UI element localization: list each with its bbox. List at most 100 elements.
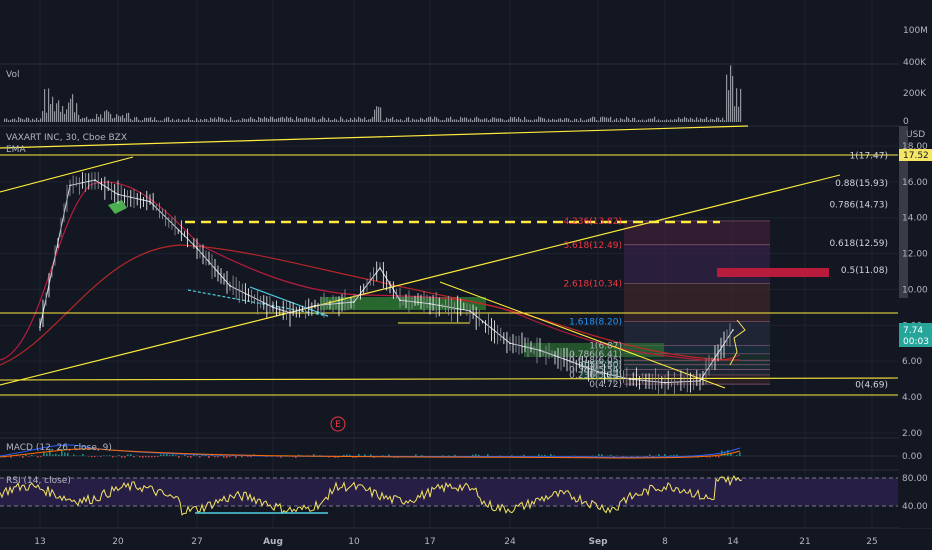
volume-bar [582, 120, 584, 122]
macd-histogram-bar [553, 455, 555, 456]
time-tick-label: 27 [191, 537, 202, 547]
volume-bar [38, 120, 40, 122]
macd-histogram-bar [718, 456, 720, 458]
volume-bar [346, 119, 348, 122]
volume-bar [248, 118, 250, 122]
volume-bar [586, 119, 588, 122]
volume-bar [432, 119, 434, 122]
volume-bar [238, 119, 240, 122]
volume-bar [688, 119, 690, 122]
volume-bar [22, 119, 24, 122]
volume-bar [160, 120, 162, 122]
volume-bar [246, 119, 248, 122]
volume-bar [322, 116, 324, 122]
trading-chart[interactable]: 4.236(13.82) 3.618(12.49) 2.618(10.34) 1.61… [0, 0, 932, 550]
price-point [94, 179, 96, 181]
volume-bar [442, 119, 444, 122]
macd-histogram-bar [421, 455, 423, 456]
macd-histogram-bar [364, 454, 366, 456]
price-tick-label: 4.00 [902, 393, 922, 403]
macd-pane-title[interactable]: MACD (12, 26, close, 9) [6, 443, 112, 453]
macd-histogram-bar [346, 454, 348, 456]
volume-bar [134, 117, 136, 122]
volume-bar [32, 118, 34, 122]
volume-bar [552, 118, 554, 122]
volume-bar [458, 120, 460, 122]
volume-bar [130, 118, 132, 122]
volume-bar [158, 120, 160, 122]
volume-bar [318, 119, 320, 122]
volume-bar [146, 117, 148, 122]
ema-indicator-label[interactable]: EMA [6, 145, 26, 155]
volume-bar [738, 106, 740, 122]
earnings-marker[interactable]: E [330, 416, 346, 432]
volume-bar [640, 120, 642, 122]
macd-histogram-bar [649, 454, 651, 456]
volume-bar [678, 117, 680, 122]
volume-bar [494, 117, 496, 122]
macd-histogram-bar [247, 456, 249, 457]
macd-histogram-bar [472, 454, 474, 456]
price-point [69, 184, 71, 187]
countdown-label: 00:03 [903, 337, 929, 347]
fib-retracement-label: 1(17.47) [849, 152, 888, 162]
volume-bar [348, 120, 350, 122]
volume-bar [652, 118, 654, 122]
volume-bar [704, 118, 706, 122]
volume-bar [360, 118, 362, 122]
time-axis[interactable]: 13 20 27 Aug 10 17 24 Sep 8 14 21 25 [34, 537, 877, 547]
volume-bar [654, 116, 656, 122]
macd-pane [0, 444, 898, 459]
fib-retracement-label: 0.5(11.08) [841, 266, 888, 276]
volume-bar [282, 116, 284, 122]
volume-bar [118, 115, 120, 122]
volume-bar [316, 120, 318, 122]
volume-bar [138, 119, 140, 122]
price-point [39, 326, 41, 328]
macd-histogram-bar [148, 456, 150, 458]
macd-histogram-bar [22, 456, 24, 458]
volume-bar [296, 116, 298, 122]
macd-histogram-bar [31, 454, 33, 456]
macd-histogram-bar [157, 456, 159, 457]
price-point [229, 285, 231, 287]
volume-bar [712, 119, 714, 122]
macd-histogram-bar [88, 456, 90, 457]
volume-bar [666, 119, 668, 122]
volume-bar [334, 118, 336, 122]
macd-histogram-bar [511, 455, 513, 456]
macd-tick-label: 0.00 [902, 452, 922, 462]
macd-histogram-bar [442, 455, 444, 456]
volume-bar [584, 120, 586, 122]
fib-extension-label: 4.236(13.82) [563, 217, 622, 227]
macd-histogram-bar [241, 456, 243, 458]
volume-bar [36, 117, 38, 122]
fib-retracement-label: 0.786(14.73) [829, 201, 888, 211]
volume-bar [114, 117, 116, 122]
volume-bar [462, 118, 464, 122]
volume-bar [730, 65, 732, 122]
volume-bar [28, 117, 30, 122]
volume-bar [422, 118, 424, 122]
volume-bar [512, 117, 514, 122]
macd-histogram-bar [715, 456, 717, 458]
price-axis[interactable]: 100M400K200K0USD18.0016.0014.0012.0010.0… [899, 0, 932, 528]
macd-histogram-bar [538, 454, 540, 456]
rsi-pane-title[interactable]: RSI (14, close) [6, 476, 71, 486]
volume-bar [710, 118, 712, 122]
macd-histogram-bar [208, 456, 210, 458]
volume-bar [206, 119, 208, 122]
volume-bar [506, 120, 508, 122]
volume-bar [674, 119, 676, 122]
volume-bar [144, 117, 146, 122]
symbol-title[interactable]: VAXART INC, 30, Cboe BZX [6, 133, 127, 143]
rsi-tick-label: 80.00 [902, 474, 928, 484]
volume-bar [460, 116, 462, 122]
price-point [353, 301, 355, 303]
volume-bar [168, 117, 170, 122]
volume-bar [424, 119, 426, 122]
volume-bar [734, 106, 736, 122]
volume-bar [112, 118, 114, 122]
volume-bar [74, 112, 76, 122]
volume-bar [24, 119, 26, 122]
